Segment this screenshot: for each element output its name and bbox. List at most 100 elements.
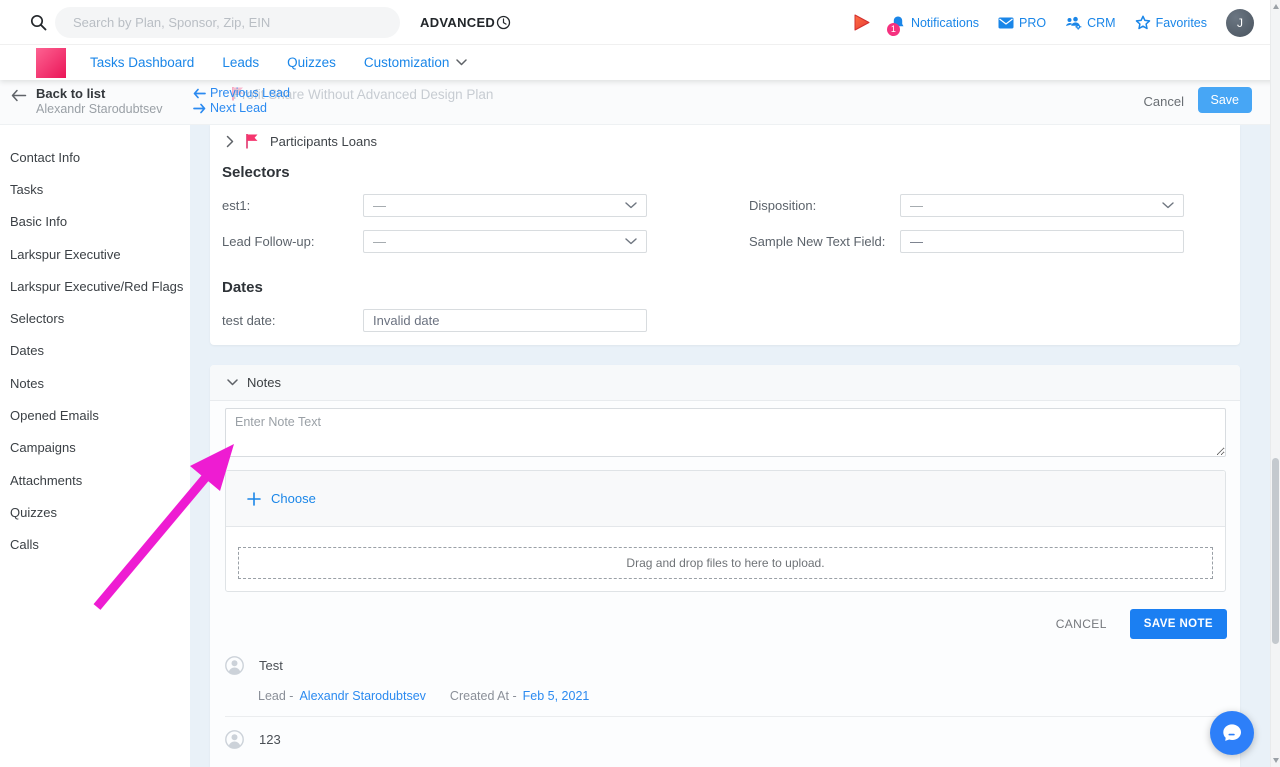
chevron-down-icon bbox=[456, 59, 467, 66]
sidebar-item-quizzes[interactable]: Quizzes bbox=[0, 496, 190, 528]
crm-button[interactable]: CRM bbox=[1065, 16, 1115, 30]
chevron-down-icon bbox=[227, 379, 238, 386]
note-list: Test Lead - Alexandr Starodubtsev Create… bbox=[225, 656, 1225, 762]
search-input[interactable] bbox=[55, 7, 400, 38]
lead-followup-label: Lead Follow-up: bbox=[222, 234, 363, 249]
note-item: 123 bbox=[225, 716, 1225, 762]
cancel-button[interactable]: Cancel bbox=[1144, 94, 1184, 109]
notes-section-title: Notes bbox=[247, 375, 281, 390]
sidebar-item-opened-emails[interactable]: Opened Emails bbox=[0, 399, 190, 431]
scrollbar-down-arrow[interactable] bbox=[1273, 758, 1279, 763]
sidebar-item-contact-info[interactable]: Contact Info bbox=[0, 141, 190, 173]
created-at-prefix: Created At - bbox=[450, 689, 517, 703]
favorites-label: Favorites bbox=[1156, 16, 1207, 30]
test-date-input[interactable] bbox=[363, 309, 647, 332]
advanced-search-button[interactable]: ADVANCED bbox=[420, 15, 495, 30]
nav-tasks-dashboard[interactable]: Tasks Dashboard bbox=[90, 55, 194, 70]
red-arrow-icon[interactable] bbox=[854, 14, 871, 31]
est1-value: — bbox=[373, 198, 386, 213]
nav-links: Tasks Dashboard Leads Quizzes Customizat… bbox=[90, 55, 467, 70]
est1-label: est1: bbox=[222, 198, 363, 213]
note-text: 123 bbox=[259, 732, 281, 747]
scrollbar-thumb[interactable] bbox=[1272, 458, 1279, 644]
nav-quizzes[interactable]: Quizzes bbox=[287, 55, 336, 70]
person-avatar-icon bbox=[225, 730, 244, 749]
disposition-select[interactable]: — bbox=[900, 194, 1184, 217]
note-actions: CANCEL SAVE NOTE bbox=[1056, 609, 1227, 639]
notifications-button[interactable]: 1 Notifications bbox=[890, 15, 979, 31]
lead-followup-value: — bbox=[373, 234, 386, 249]
participants-loans-section-toggle[interactable]: Participants Loans bbox=[210, 125, 1240, 151]
back-to-list-link[interactable]: Back to list bbox=[36, 86, 105, 101]
plus-icon bbox=[247, 492, 261, 506]
nav-customization-label: Customization bbox=[364, 55, 450, 70]
save-note-button[interactable]: SAVE NOTE bbox=[1130, 609, 1227, 639]
chevron-down-icon bbox=[625, 202, 637, 209]
pro-label: PRO bbox=[1019, 16, 1046, 30]
chevron-right-icon bbox=[226, 135, 234, 148]
sidebar-item-selectors[interactable]: Selectors bbox=[0, 302, 190, 334]
chevron-down-icon bbox=[625, 238, 637, 245]
pro-button[interactable]: PRO bbox=[998, 16, 1046, 30]
note-meta: Lead - Alexandr Starodubtsev Created At … bbox=[258, 689, 1225, 703]
previous-lead-link[interactable]: Previous Lead bbox=[193, 86, 290, 100]
attachment-upload-widget: Choose Drag and drop files to here to up… bbox=[225, 470, 1226, 592]
favorites-button[interactable]: Favorites bbox=[1135, 15, 1207, 30]
envelope-icon bbox=[998, 17, 1014, 29]
disposition-value: — bbox=[910, 198, 923, 213]
back-arrow-icon[interactable] bbox=[10, 88, 27, 103]
app-screen: ADVANCED 1 Notifications PRO CRM Fav bbox=[0, 0, 1280, 767]
history-clock-icon[interactable] bbox=[496, 15, 511, 30]
sidebar-item-basic-info[interactable]: Basic Info bbox=[0, 206, 190, 238]
chat-launcher-button[interactable] bbox=[1210, 711, 1254, 755]
chat-bubble-icon bbox=[1220, 721, 1244, 745]
user-avatar[interactable]: J bbox=[1226, 9, 1254, 37]
sidebar-item-attachments[interactable]: Attachments bbox=[0, 464, 190, 496]
sample-text-field: Sample New Text Field: bbox=[749, 230, 1184, 253]
notes-section-card: Notes Choose Drag and drop files to here… bbox=[210, 365, 1240, 767]
next-lead-link[interactable]: Next Lead bbox=[193, 101, 267, 115]
choose-file-button[interactable]: Choose bbox=[247, 491, 316, 506]
sidebar-item-tasks[interactable]: Tasks bbox=[0, 173, 190, 205]
test-date-label: test date: bbox=[222, 313, 363, 328]
page-scrollbar[interactable] bbox=[1270, 0, 1280, 767]
sample-text-label: Sample New Text Field: bbox=[749, 234, 900, 249]
sidebar-item-calls[interactable]: Calls bbox=[0, 529, 190, 561]
file-drop-zone[interactable]: Drag and drop files to here to upload. bbox=[238, 547, 1213, 579]
cancel-note-button[interactable]: CANCEL bbox=[1056, 617, 1107, 631]
sidebar-item-larkspur-executive-red-flags[interactable]: Larkspur Executive/Red Flags bbox=[0, 270, 190, 302]
save-button[interactable]: Save bbox=[1198, 87, 1253, 113]
arrow-right-icon bbox=[193, 103, 206, 114]
nav-leads[interactable]: Leads bbox=[222, 55, 259, 70]
sample-text-input[interactable] bbox=[900, 230, 1184, 253]
main-nav: Tasks Dashboard Leads Quizzes Customizat… bbox=[0, 45, 1280, 80]
person-avatar-icon bbox=[225, 656, 244, 675]
participants-loans-label: Participants Loans bbox=[270, 134, 377, 149]
lead-name-link[interactable]: Alexandr Starodubtsev bbox=[299, 689, 425, 703]
star-icon bbox=[1135, 15, 1151, 30]
choose-label: Choose bbox=[271, 491, 316, 506]
scrollbar-up-arrow[interactable] bbox=[1273, 4, 1279, 9]
selectors-heading: Selectors bbox=[222, 164, 1240, 181]
chevron-down-icon bbox=[1162, 202, 1174, 209]
sidebar-item-notes[interactable]: Notes bbox=[0, 367, 190, 399]
crm-label: CRM bbox=[1087, 16, 1115, 30]
brand-logo[interactable] bbox=[36, 48, 66, 78]
sidebar-item-dates[interactable]: Dates bbox=[0, 335, 190, 367]
lead-sidebar: Contact Info Tasks Basic Info Larkspur E… bbox=[0, 125, 190, 767]
previous-lead-label: Previous Lead bbox=[210, 86, 290, 100]
nav-customization[interactable]: Customization bbox=[364, 55, 468, 70]
sidebar-item-larkspur-executive[interactable]: Larkspur Executive bbox=[0, 238, 190, 270]
dates-form: test date: bbox=[222, 309, 1240, 332]
lead-followup-select[interactable]: — bbox=[363, 230, 647, 253]
selectors-form: est1: — Disposition: — Lead Follow-up: — bbox=[222, 194, 1240, 253]
notes-section-toggle[interactable]: Notes bbox=[210, 365, 1240, 401]
sidebar-item-campaigns[interactable]: Campaigns bbox=[0, 432, 190, 464]
est1-select[interactable]: — bbox=[363, 194, 647, 217]
lead-header-bar: Back to list Alexandr Starodubtsev Profi… bbox=[0, 80, 1280, 125]
note-item: Test Lead - Alexandr Starodubtsev Create… bbox=[225, 656, 1225, 716]
search-icon[interactable] bbox=[30, 14, 47, 31]
notifications-badge: 1 bbox=[887, 23, 900, 36]
created-date-link[interactable]: Feb 5, 2021 bbox=[523, 689, 590, 703]
note-text-input[interactable] bbox=[225, 408, 1226, 457]
